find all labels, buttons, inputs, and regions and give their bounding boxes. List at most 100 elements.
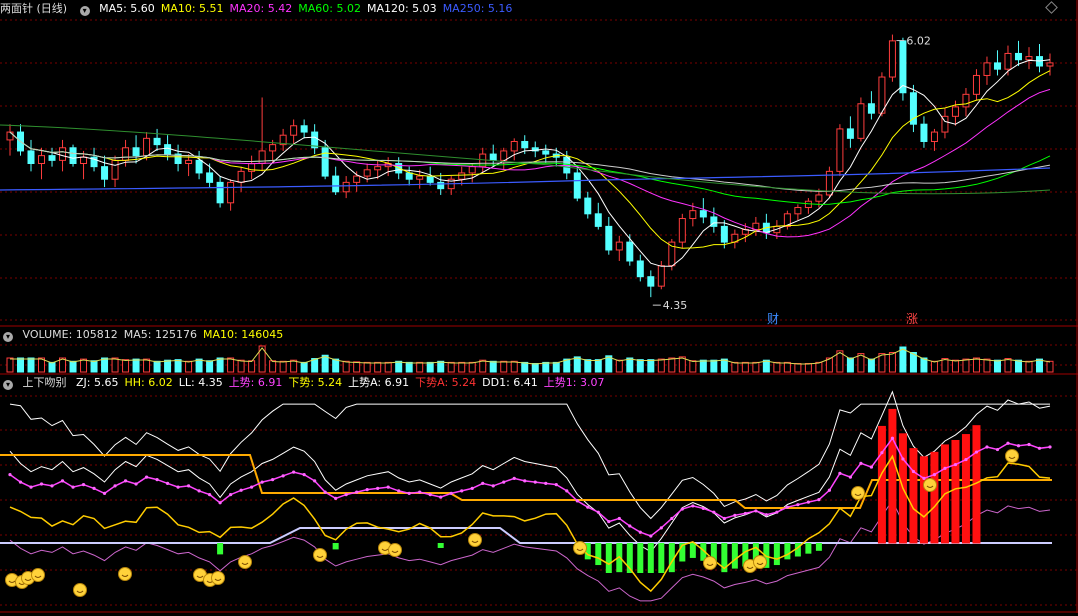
candle — [69, 147, 77, 164]
legend-item: ZJ: 5.65 — [76, 376, 119, 389]
magenta-dot — [649, 534, 653, 538]
volume-bar — [731, 361, 739, 373]
candle — [500, 150, 508, 161]
candle — [332, 175, 340, 193]
magenta-dot — [113, 484, 117, 488]
candle — [342, 181, 350, 193]
volume-bar — [647, 359, 655, 373]
volume-bar — [752, 361, 760, 373]
smiley-icon — [851, 486, 865, 500]
magenta-dot — [60, 479, 65, 483]
histogram-bar — [784, 543, 791, 560]
event-marker: 涨 — [906, 311, 918, 326]
magenta-dot — [533, 480, 537, 484]
magenta-dot — [596, 510, 600, 514]
volume-bar — [636, 359, 644, 373]
magenta-dot — [680, 507, 684, 511]
legend-item: 下势A: 5.24 — [415, 376, 477, 389]
magenta-dot — [81, 483, 86, 487]
ma-legend: MA5: 5.60 MA10: 5.51 MA20: 5.42 MA60: 5.02 M… — [99, 2, 518, 15]
magenta-dot — [817, 498, 821, 502]
magenta-dot — [281, 474, 285, 478]
volume-bar — [17, 357, 25, 373]
histogram-bar — [815, 543, 822, 551]
chevron-down-icon[interactable]: ▾ — [3, 332, 13, 342]
candle — [594, 213, 602, 227]
volume-bar — [542, 361, 550, 373]
chevron-down-icon[interactable]: ▾ — [79, 6, 90, 16]
histogram-bar — [689, 543, 696, 558]
volume-bar — [710, 359, 718, 373]
magenta-dot — [523, 479, 527, 483]
magenta-dot — [355, 490, 359, 494]
volume-bar — [941, 358, 949, 373]
volume-bar — [132, 358, 140, 373]
volume-bar — [48, 361, 56, 373]
candle — [794, 207, 802, 215]
magenta-dot — [344, 493, 348, 497]
volume-bar — [741, 361, 749, 373]
magenta-dot — [365, 488, 369, 492]
candle — [489, 153, 497, 161]
magenta-dot — [302, 472, 306, 477]
magenta-dot — [733, 513, 737, 517]
smiley-icon — [118, 567, 132, 581]
volume-bar — [332, 358, 340, 373]
candle — [626, 241, 634, 262]
candle — [636, 260, 644, 278]
magenta-dot — [502, 480, 506, 484]
histogram-bar — [217, 543, 224, 555]
chevron-down-icon[interactable]: ▾ — [3, 380, 13, 390]
volume-bar — [573, 356, 581, 373]
volume-bar — [500, 360, 508, 373]
volume-bar — [773, 361, 781, 373]
candle — [374, 166, 382, 171]
volume-bar — [1004, 358, 1012, 373]
magenta-dot — [869, 465, 874, 469]
magenta-dot — [207, 493, 212, 497]
smiley-icon — [1005, 449, 1019, 463]
histogram-bar — [332, 543, 339, 550]
magenta-dot — [922, 476, 926, 480]
candle — [80, 156, 88, 164]
indicator-title: 上下吻别 — [22, 376, 67, 389]
magenta-dot — [271, 478, 275, 482]
histogram-bar — [951, 439, 960, 544]
candle — [920, 123, 928, 142]
magenta-dot — [974, 450, 979, 454]
candle — [867, 103, 875, 114]
main-header: 两面针 (日线) ▾ MA5: 5.60 MA10: 5.51 MA20: 5.42… — [0, 1, 524, 17]
magenta-dot — [796, 503, 800, 507]
legend-item: VOLUME: 105812 — [22, 328, 118, 341]
volume-bar — [888, 352, 896, 373]
magenta-dot — [985, 445, 989, 449]
indicator-legend: ZJ: 5.65 HH: 6.02 LL: 4.35 上势: 6.91 下势: 5.24… — [76, 376, 611, 389]
magenta-dot — [428, 493, 432, 497]
magenta-dot — [743, 511, 747, 516]
candle — [993, 62, 1001, 70]
volume-bar — [216, 357, 224, 373]
volume-bar — [101, 357, 109, 373]
magenta-dot — [575, 499, 579, 503]
volume-bar — [983, 358, 991, 373]
magenta-dot — [102, 491, 107, 495]
volume-bar — [584, 359, 592, 373]
volume-bar — [185, 360, 193, 373]
volume-bar — [69, 360, 77, 373]
stock-title: 两面针 (日线) — [0, 2, 68, 15]
magenta-dot — [50, 484, 54, 488]
candle — [699, 210, 707, 218]
magenta-dot — [764, 513, 768, 517]
magenta-dot — [911, 469, 916, 474]
magenta-dot — [292, 470, 296, 474]
volume-bar — [153, 360, 161, 373]
candle — [1014, 52, 1022, 61]
candle — [573, 172, 581, 199]
magenta-dot — [323, 490, 327, 494]
candle — [1004, 52, 1012, 70]
magenta-dot — [544, 481, 548, 485]
candle — [426, 175, 434, 183]
magenta-dot — [334, 496, 338, 500]
smiley-icon — [238, 555, 252, 569]
volume-bar — [164, 359, 172, 373]
